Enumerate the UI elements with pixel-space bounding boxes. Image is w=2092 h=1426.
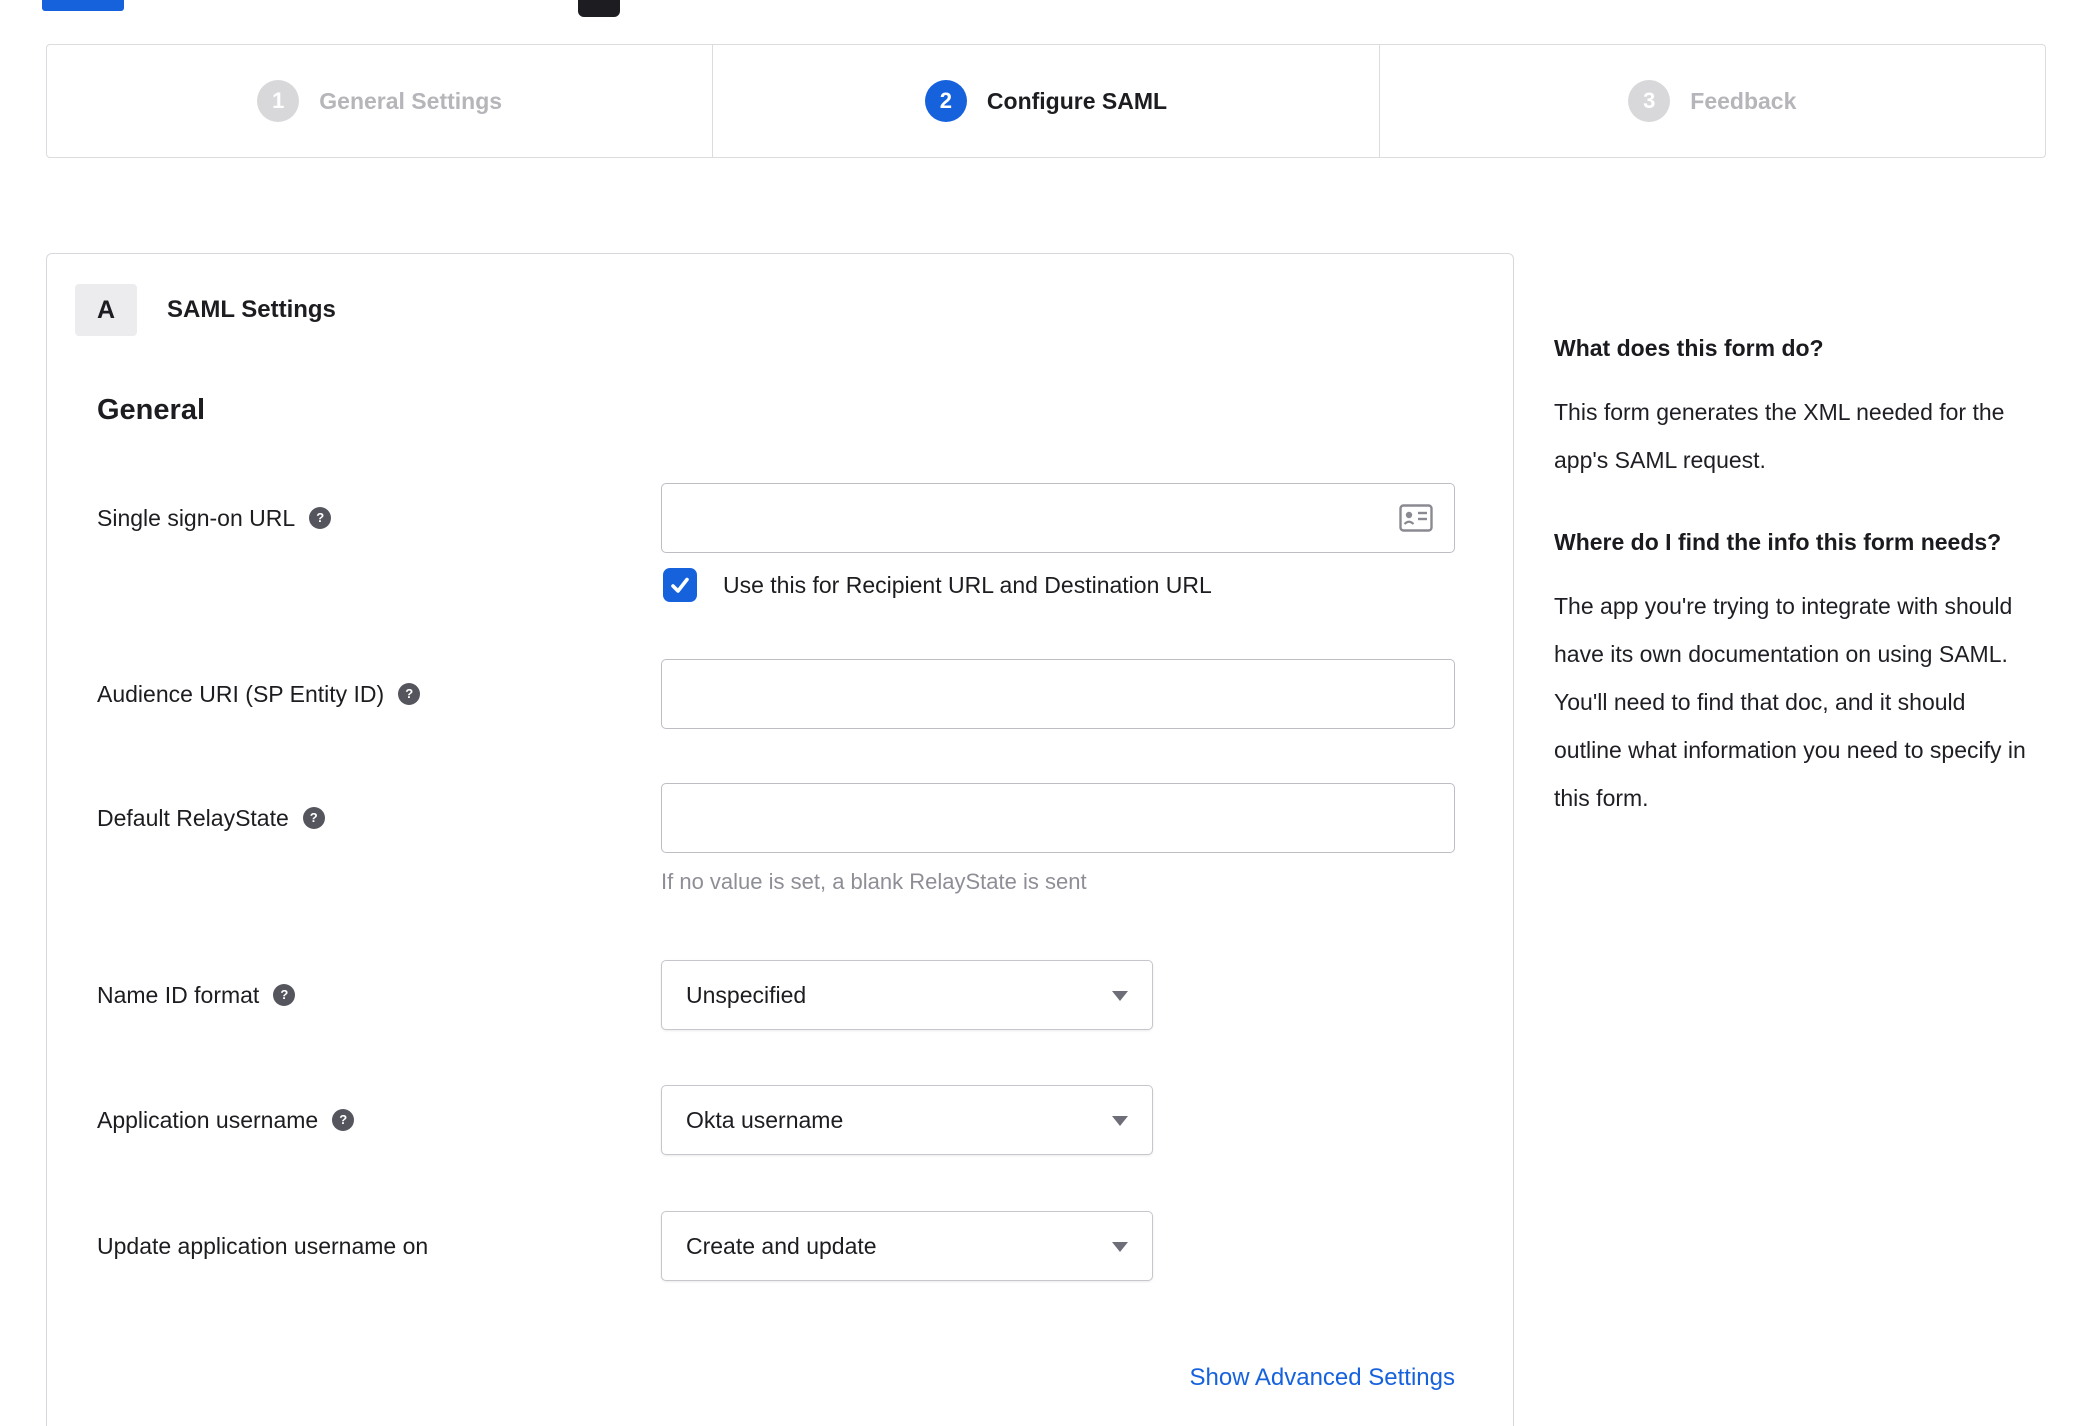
help-body-where: The app you're trying to integrate with … — [1554, 593, 2026, 811]
step-feedback[interactable]: 3 Feedback — [1378, 45, 2045, 157]
check-icon — [671, 577, 689, 593]
update-username-label-text: Update application username on — [97, 1233, 429, 1259]
relay-state-label: Default RelayState? — [97, 783, 325, 853]
update-username-select[interactable]: Create and update — [661, 1211, 1153, 1281]
sso-url-label: Single sign-on URL? — [97, 483, 332, 553]
application-username-label-text: Application username — [97, 1107, 319, 1133]
help-sidebar: What does this form do? This form genera… — [1554, 326, 2066, 858]
recipient-url-checkbox[interactable] — [663, 568, 697, 602]
wizard-stepper: 1 General Settings 2 Configure SAML 3 Fe… — [46, 44, 2046, 158]
name-id-format-label: Name ID format? — [97, 960, 296, 1030]
help-heading-where: Where do I find the info this form needs… — [1554, 529, 2002, 555]
step-number-badge: 3 — [1628, 80, 1671, 122]
name-id-format-value: Unspecified — [686, 982, 807, 1008]
general-section-heading: General — [97, 394, 205, 426]
saml-settings-panel: A SAML Settings General Single sign-on U… — [46, 253, 1514, 1426]
section-badge: A — [75, 284, 137, 336]
name-id-format-select[interactable]: Unspecified — [661, 960, 1153, 1030]
help-body-what: This form generates the XML needed for t… — [1554, 399, 2005, 473]
chevron-down-icon — [1112, 991, 1128, 1001]
audience-uri-label: Audience URI (SP Entity ID)? — [97, 659, 421, 729]
step-configure-saml[interactable]: 2 Configure SAML — [712, 45, 1378, 157]
sso-url-input[interactable] — [661, 483, 1455, 553]
show-advanced-settings-link[interactable]: Show Advanced Settings — [661, 1360, 1455, 1396]
chevron-down-icon — [1112, 1242, 1128, 1252]
step-label: Configure SAML — [986, 87, 1168, 114]
update-username-value: Create and update — [686, 1233, 877, 1259]
application-username-value: Okta username — [686, 1107, 844, 1133]
audience-uri-input[interactable] — [661, 659, 1455, 729]
relay-state-hint: If no value is set, a blank RelayState i… — [661, 869, 1087, 894]
help-icon[interactable]: ? — [309, 506, 332, 529]
step-number-badge: 1 — [257, 80, 300, 122]
application-username-label: Application username? — [97, 1085, 355, 1155]
help-icon[interactable]: ? — [332, 1108, 355, 1131]
sso-url-label-text: Single sign-on URL — [97, 505, 296, 531]
help-icon[interactable]: ? — [398, 682, 421, 705]
chevron-down-icon — [1112, 1116, 1128, 1126]
help-icon[interactable]: ? — [273, 983, 296, 1006]
help-heading-what: What does this form do? — [1554, 335, 1824, 361]
update-username-label: Update application username on — [97, 1211, 428, 1281]
recipient-url-checkbox-label[interactable]: Use this for Recipient URL and Destinati… — [723, 568, 1212, 602]
name-id-format-label-text: Name ID format — [97, 982, 260, 1008]
panel-title: SAML Settings — [167, 296, 336, 323]
help-icon[interactable]: ? — [302, 806, 325, 829]
step-number-badge: 2 — [924, 80, 967, 122]
cutoff-icon-fragment — [578, 0, 620, 17]
application-username-select[interactable]: Okta username — [661, 1085, 1153, 1155]
configure-saml-page: 1 General Settings 2 Configure SAML 3 Fe… — [0, 0, 2092, 1426]
step-general-settings[interactable]: 1 General Settings — [47, 45, 712, 157]
step-label: Feedback — [1690, 87, 1797, 114]
relay-state-input[interactable] — [661, 783, 1455, 853]
step-label: General Settings — [319, 87, 503, 114]
cutoff-title-fragment — [42, 0, 124, 11]
relay-state-label-text: Default RelayState — [97, 805, 289, 831]
audience-uri-label-text: Audience URI (SP Entity ID) — [97, 681, 385, 707]
